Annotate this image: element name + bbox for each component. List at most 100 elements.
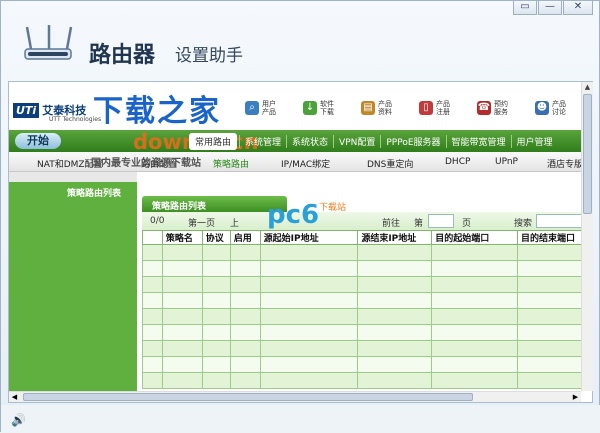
scroll-left-arrow-icon[interactable]: ◀ [9, 392, 20, 402]
tool-forum[interactable]: ☻ 产品 讨论 [535, 100, 587, 116]
nav-item[interactable]: 系统管理 [239, 135, 286, 148]
scroll-thumb[interactable] [583, 94, 592, 214]
sidebar-header [9, 172, 137, 182]
table-cell [201, 276, 231, 293]
page-number-input[interactable] [428, 214, 454, 228]
table-cell [142, 308, 163, 325]
prev-page-link[interactable]: 上 [230, 216, 239, 229]
nav-item[interactable]: VPN配置 [333, 135, 380, 148]
scroll-right-arrow-icon[interactable]: ▶ [570, 392, 581, 402]
table-row[interactable] [142, 324, 583, 341]
table-cell [229, 372, 261, 389]
table-cell [161, 292, 203, 309]
subnav-item-active[interactable]: 策略路由 [213, 157, 249, 170]
scroll-thumb[interactable] [23, 393, 473, 401]
table-cell [357, 260, 433, 277]
table-cell [229, 340, 261, 357]
pc6-logo-text: pc6 [267, 200, 320, 230]
nav-item-selected[interactable]: 常用路由 [189, 133, 238, 150]
tool-download[interactable]: ↓ 软件 下载 [303, 100, 355, 116]
column-header-select[interactable] [142, 230, 163, 245]
table-cell [259, 260, 359, 277]
tool-label: 产品 资料 [378, 100, 392, 116]
start-button[interactable]: 开始 [15, 133, 61, 149]
table-cell [259, 244, 359, 261]
column-header-dst-start-port[interactable]: 目的起始端口 [431, 230, 518, 245]
table-cell [259, 292, 359, 309]
table-cell [229, 244, 261, 261]
table-cell [516, 244, 583, 261]
table-cell [142, 260, 163, 277]
table-cell [357, 340, 433, 357]
horizontal-scrollbar[interactable]: ◀ ▶ [9, 391, 581, 402]
first-page-link[interactable]: 第一页 [188, 216, 215, 229]
sidebar: 策略路由列表 [9, 172, 137, 402]
table-cell [201, 340, 231, 357]
table-cell [229, 324, 261, 341]
table-cell [357, 324, 433, 341]
nav-item[interactable]: 系统状态 [286, 135, 333, 148]
nav-item[interactable]: 智能带宽管理 [445, 135, 511, 148]
table-row[interactable] [142, 276, 583, 293]
column-header-dst-end-port[interactable]: 目的结束端口 [516, 230, 583, 245]
table-cell [161, 260, 203, 277]
watermark-pc6-sub: 下载站 [319, 203, 347, 213]
table-cell [161, 308, 203, 325]
table-cell [259, 340, 359, 357]
column-header-name[interactable]: 策略名 [161, 230, 203, 245]
nav-item[interactable]: PPPoE服务器 [380, 135, 445, 148]
tool-docs[interactable]: ▤ 产品 资料 [361, 100, 413, 116]
table-row[interactable] [142, 356, 583, 373]
close-button[interactable]: ✕ [563, 1, 593, 15]
minimize-button[interactable]: — [538, 1, 562, 15]
table-cell [161, 340, 203, 357]
table-row[interactable] [142, 260, 583, 277]
search-label: 搜索 [514, 219, 533, 229]
tool-service[interactable]: ☎ 预约 服务 [477, 100, 529, 116]
books-icon: ▤ [361, 101, 375, 115]
table-cell [259, 356, 359, 373]
table-cell [357, 292, 433, 309]
tool-label: 产品 注册 [436, 100, 450, 116]
tool-register[interactable]: ▯ 产品 注册 [419, 100, 471, 116]
toolbar: ⌕ 用户 产品 ↓ 软件 下载 ▤ 产品 资料 ▯ 产品 注册 ☎ 预约 服务 … [245, 100, 587, 116]
subnav-item[interactable]: IP/MAC绑定 [281, 157, 330, 170]
table-row[interactable] [142, 340, 583, 357]
subnav-item[interactable]: 酒店专版 [547, 157, 583, 170]
tool-label: 预约 服务 [494, 100, 508, 116]
panel-title: 策略路由列表 [142, 196, 287, 212]
table-row[interactable] [142, 372, 583, 389]
column-header-src-end-ip[interactable]: 源结束IP地址 [357, 230, 433, 245]
window-controls: ▭ — ✕ [513, 1, 593, 15]
nav-item[interactable]: 用户管理 [510, 135, 558, 148]
scroll-up-arrow-icon[interactable]: ▲ [582, 82, 593, 93]
search-icon: ⌕ [245, 101, 259, 115]
table-cell [431, 324, 518, 341]
table-row[interactable] [142, 292, 583, 309]
subnav-item[interactable]: DNS重定向 [367, 157, 413, 170]
speaker-icon[interactable]: 🔊 [11, 413, 26, 427]
sidebar-item-policy-list[interactable]: 策略路由列表 [9, 182, 137, 199]
column-header-protocol[interactable]: 协议 [201, 230, 231, 245]
pager-bar: 0/0 第一页 上 前往 第 页 搜索 [142, 212, 582, 230]
table-row[interactable] [142, 308, 583, 325]
utt-header: UTi 艾泰科技 UTT Technologies 下载之家 ⌕ 用户 产品 ↓ … [9, 82, 582, 130]
search-input[interactable] [536, 214, 582, 228]
table-row[interactable] [142, 244, 583, 261]
table-cell [142, 372, 163, 389]
column-header-src-start-ip[interactable]: 源起始IP地址 [259, 230, 359, 245]
page-prefix: 第 [414, 219, 424, 229]
tool-products[interactable]: ⌕ 用户 产品 [245, 100, 297, 116]
subnav-item[interactable]: UPnP [495, 157, 518, 167]
table-cell [229, 292, 261, 309]
table-cell [201, 244, 231, 261]
table-cell [142, 324, 163, 341]
table-cell [142, 276, 163, 293]
table-cell [142, 340, 163, 357]
table-cell [516, 292, 583, 309]
column-header-enable[interactable]: 启用 [229, 230, 261, 245]
table-cell [357, 356, 433, 373]
subnav-item[interactable]: DHCP [445, 157, 470, 167]
vertical-scrollbar[interactable]: ▲ [581, 82, 593, 391]
restore-button[interactable]: ▭ [513, 1, 537, 15]
